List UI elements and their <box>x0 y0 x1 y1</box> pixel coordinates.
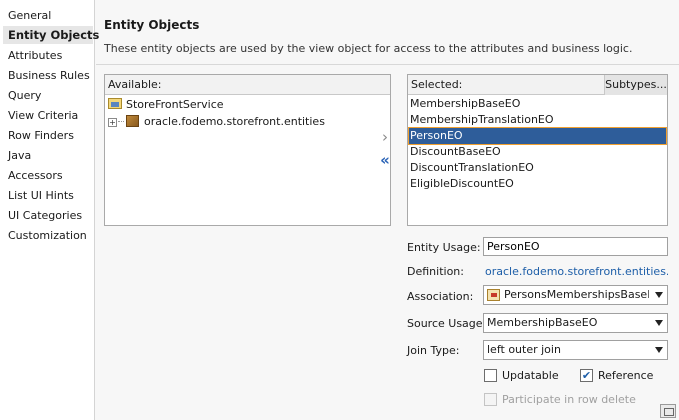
sidebar-item-attributes[interactable]: Attributes <box>3 47 93 65</box>
list-item-selected[interactable]: PersonEO <box>408 127 667 145</box>
sidebar-item-general[interactable]: General <box>3 7 93 25</box>
remove-all-arrow-button[interactable]: « <box>377 152 393 168</box>
list-item[interactable]: EligibleDiscountEO <box>409 176 666 192</box>
reference-label: Reference <box>598 369 654 382</box>
sidebar-item-ui-categories[interactable]: UI Categories <box>3 207 93 225</box>
selected-list[interactable]: Selected: Subtypes... MembershipBaseEO M… <box>407 74 668 226</box>
list-item[interactable]: MembershipTranslationEO <box>409 112 666 128</box>
sidebar-item-list-ui-hints[interactable]: List UI Hints <box>3 187 93 205</box>
definition-link[interactable]: oracle.fodemo.storefront.entities.P... <box>485 265 668 278</box>
sidebar-item-entity-objects[interactable]: Entity Objects <box>3 26 99 44</box>
source-usage-value: MembershipBaseEO <box>487 316 598 329</box>
entity-usage-label: Entity Usage: <box>407 241 481 254</box>
tree-connector <box>118 121 124 122</box>
entity-usage-input[interactable] <box>483 237 668 256</box>
header-divider <box>96 64 679 65</box>
association-value: PersonsMembershipsBaseF... <box>504 288 649 301</box>
available-label: Available: <box>108 78 162 91</box>
sidebar-item-view-criteria[interactable]: View Criteria <box>3 107 93 125</box>
definition-label: Definition: <box>407 265 464 278</box>
association-select[interactable]: PersonsMembershipsBaseF... <box>483 285 668 305</box>
sidebar-nav: General Entity Objects Attributes Busine… <box>0 0 99 420</box>
list-item[interactable]: MembershipBaseEO <box>409 96 666 112</box>
participate-row-delete-checkbox <box>484 393 497 406</box>
tree-item-label: StoreFrontService <box>126 98 224 111</box>
participate-row-delete-label: Participate in row delete <box>502 393 636 406</box>
add-arrow-button[interactable]: › <box>377 129 393 145</box>
chevron-down-icon <box>655 292 663 298</box>
folder-icon <box>108 98 122 109</box>
page-description: These entity objects are used by the vie… <box>104 42 633 55</box>
sidebar-item-java[interactable]: Java <box>3 147 93 165</box>
join-type-select[interactable]: left outer join <box>483 340 668 360</box>
tree-item-entities-package[interactable]: + oracle.fodemo.storefront.entities <box>108 113 325 130</box>
join-type-value: left outer join <box>487 343 561 356</box>
tree-item-storefrontservice[interactable]: StoreFrontService <box>108 96 224 113</box>
main-panel: Entity Objects These entity objects are … <box>96 0 679 420</box>
selected-header: Selected: Subtypes... <box>408 75 667 95</box>
source-usage-label: Source Usage: <box>407 317 487 330</box>
page-title: Entity Objects <box>104 18 200 32</box>
chevron-down-icon <box>655 347 663 353</box>
subtypes-button[interactable]: Subtypes... <box>604 75 667 95</box>
window-resize-icon[interactable] <box>660 404 676 418</box>
tree-item-label: oracle.fodemo.storefront.entities <box>144 115 325 128</box>
available-header: Available: <box>105 75 390 95</box>
reference-checkbox[interactable]: ✔ <box>580 369 593 382</box>
chevron-down-icon <box>655 320 663 326</box>
available-tree[interactable]: Available: StoreFrontService + oracle.fod… <box>104 74 391 226</box>
sidebar-item-query[interactable]: Query <box>3 87 93 105</box>
selected-label: Selected: <box>411 78 463 91</box>
expand-icon[interactable]: + <box>108 118 117 127</box>
source-usage-select[interactable]: MembershipBaseEO <box>483 313 668 333</box>
sidebar-item-row-finders[interactable]: Row Finders <box>3 127 93 145</box>
sidebar-item-customization[interactable]: Customization <box>3 227 93 245</box>
sidebar-item-business-rules[interactable]: Business Rules <box>3 67 93 85</box>
association-label: Association: <box>407 290 474 303</box>
package-icon <box>126 115 139 127</box>
list-item[interactable]: DiscountBaseEO <box>409 144 666 160</box>
sidebar-item-accessors[interactable]: Accessors <box>3 167 93 185</box>
association-icon <box>487 289 500 301</box>
list-item[interactable]: DiscountTranslationEO <box>409 160 666 176</box>
updatable-checkbox[interactable] <box>484 369 497 382</box>
join-type-label: Join Type: <box>407 344 460 357</box>
updatable-label: Updatable <box>502 369 559 382</box>
